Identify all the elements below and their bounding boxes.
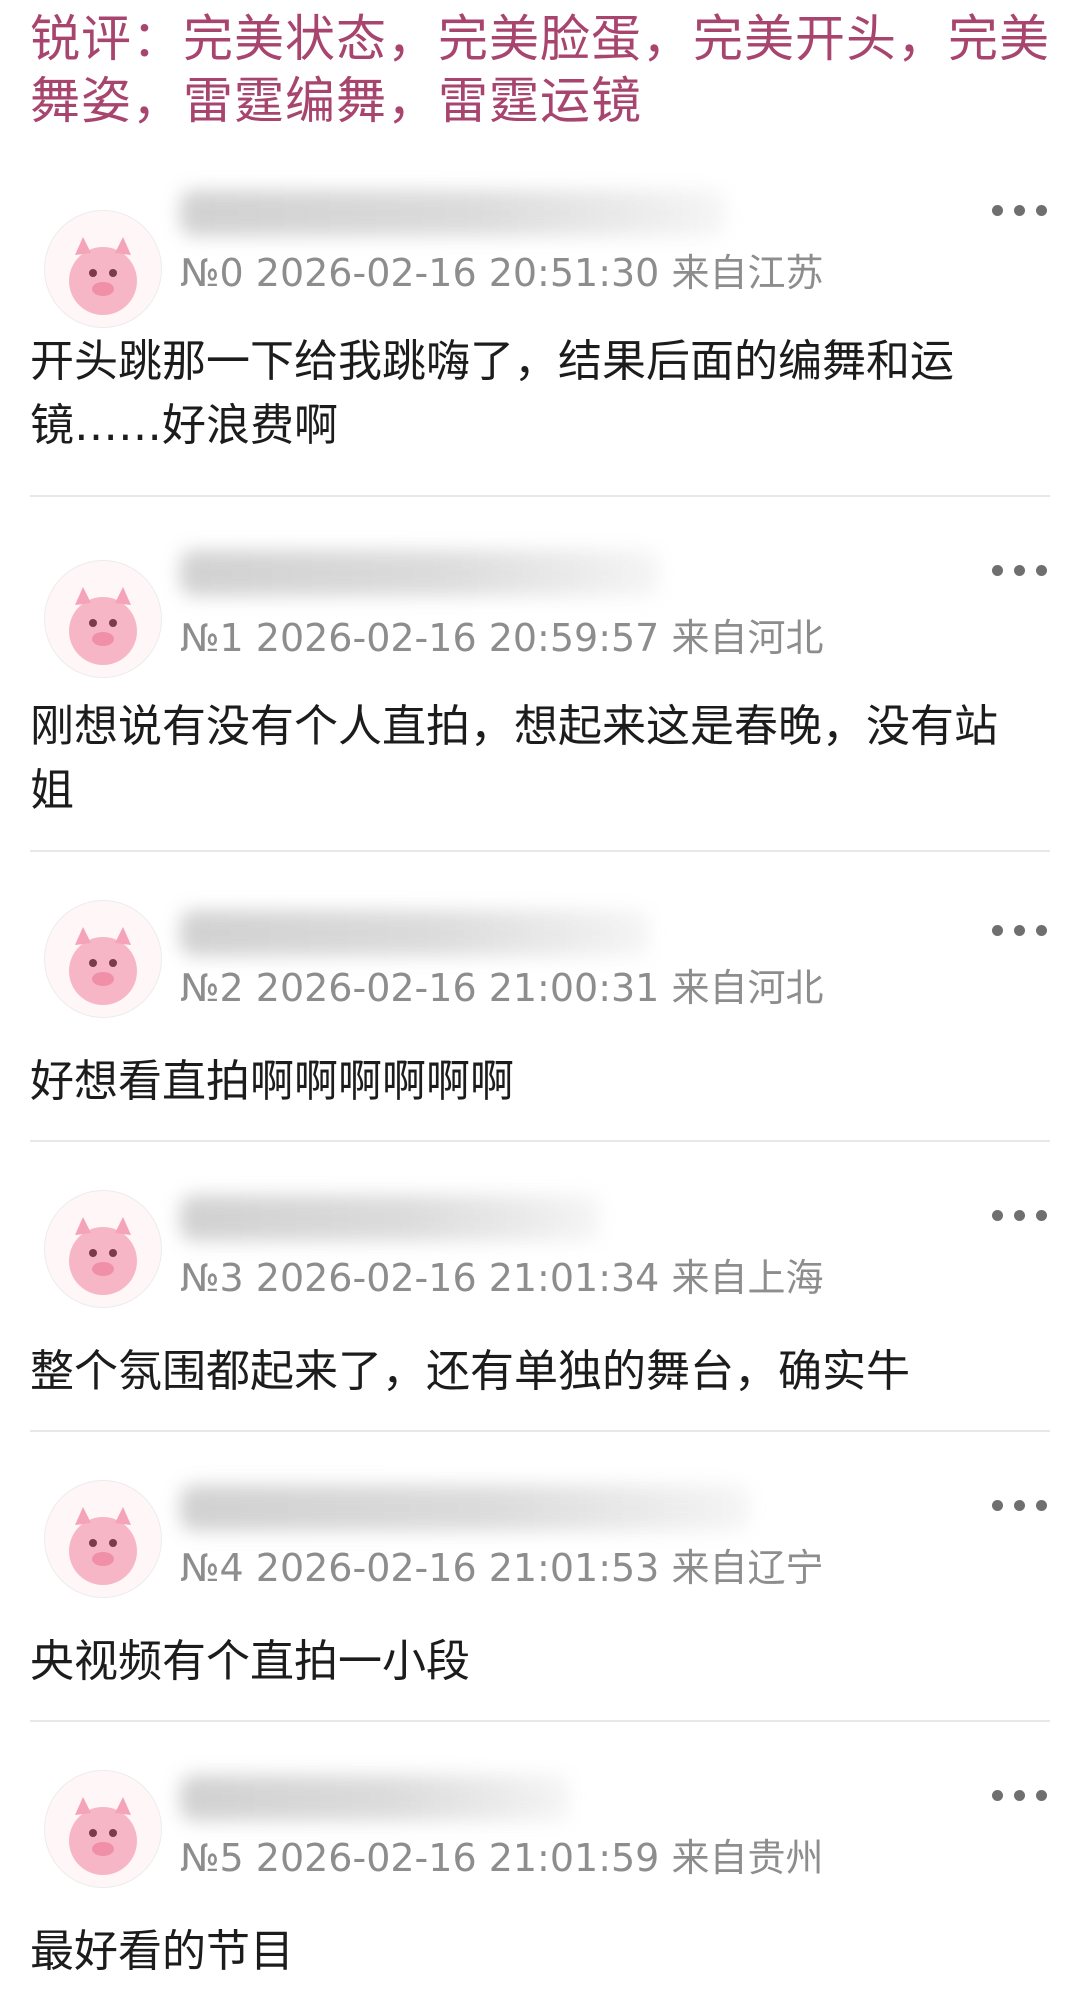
comment-item: №2 2026-02-16 21:00:31 来自河北 好想看直拍啊啊啊啊啊啊 xyxy=(30,890,1050,1140)
comment-meta: №0 2026-02-16 20:51:30 来自江苏 xyxy=(180,251,824,295)
pink-pig-avatar-icon[interactable] xyxy=(44,210,162,328)
username-blurred[interactable] xyxy=(180,550,660,596)
pink-pig-avatar-icon[interactable] xyxy=(44,1190,162,1308)
comment-item: №1 2026-02-16 20:59:57 来自河北 刚想说有没有个人直拍，想… xyxy=(30,530,1050,850)
pink-pig-avatar-icon[interactable] xyxy=(44,1480,162,1598)
comment-item: №3 2026-02-16 21:01:34 来自上海 整个氛围都起来了，还有单… xyxy=(30,1180,1050,1430)
divider xyxy=(30,1430,1050,1432)
divider xyxy=(30,495,1050,497)
comment-text: 整个氛围都起来了，还有单独的舞台，确实牛 xyxy=(30,1346,910,1397)
comment-text: 央视频有个直拍一小段 xyxy=(30,1636,470,1687)
comment-meta: №2 2026-02-16 21:00:31 来自河北 xyxy=(180,966,824,1010)
more-dots-icon[interactable] xyxy=(990,555,1050,585)
comment-meta: №4 2026-02-16 21:01:53 来自辽宁 xyxy=(180,1546,824,1590)
comment-text: 最好看的节目 xyxy=(30,1926,294,1977)
username-blurred[interactable] xyxy=(180,1195,600,1241)
comment-item: №5 2026-02-16 21:01:59 来自贵州 最好看的节目 xyxy=(30,1760,1050,2004)
comment-meta: №1 2026-02-16 20:59:57 来自河北 xyxy=(180,616,824,660)
pink-pig-avatar-icon[interactable] xyxy=(44,1770,162,1888)
comment-item: №4 2026-02-16 21:01:53 来自辽宁 央视频有个直拍一小段 xyxy=(30,1470,1050,1720)
username-blurred[interactable] xyxy=(180,910,650,956)
comment-text: 开头跳那一下给我跳嗨了，结果后面的编舞和运镜……好浪费啊 xyxy=(30,336,954,451)
comment-meta: №3 2026-02-16 21:01:34 来自上海 xyxy=(180,1256,824,1300)
username-blurred[interactable] xyxy=(180,1775,570,1821)
divider xyxy=(30,1720,1050,1722)
more-dots-icon[interactable] xyxy=(990,195,1050,225)
comment-text: 好想看直拍啊啊啊啊啊啊 xyxy=(30,1056,514,1107)
pink-pig-avatar-icon[interactable] xyxy=(44,900,162,1018)
pink-pig-avatar-icon[interactable] xyxy=(44,560,162,678)
username-blurred[interactable] xyxy=(180,190,725,236)
comment-text: 刚想说有没有个人直拍，想起来这是春晚，没有站姐 xyxy=(30,701,998,816)
username-blurred[interactable] xyxy=(180,1485,750,1531)
divider xyxy=(30,850,1050,852)
divider xyxy=(30,1140,1050,1142)
more-dots-icon[interactable] xyxy=(990,1780,1050,1810)
more-dots-icon[interactable] xyxy=(990,915,1050,945)
more-dots-icon[interactable] xyxy=(990,1200,1050,1230)
comment-item: №0 2026-02-16 20:51:30 来自江苏 开头跳那一下给我跳嗨了，… xyxy=(30,180,1050,490)
more-dots-icon[interactable] xyxy=(990,1490,1050,1520)
post-header-review: 锐评：完美状态，完美脸蛋，完美开头，完美舞姿，雷霆编舞，雷霆运镜 xyxy=(30,10,1050,130)
comment-meta: №5 2026-02-16 21:01:59 来自贵州 xyxy=(180,1836,824,1880)
